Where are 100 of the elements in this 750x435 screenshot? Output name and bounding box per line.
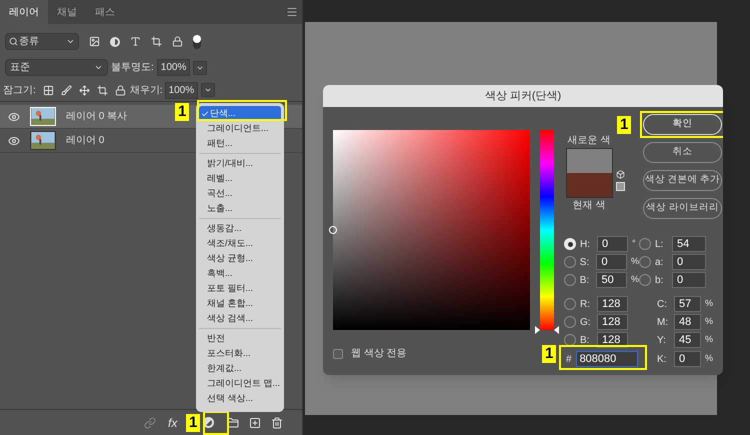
value-field[interactable]: 128 — [597, 314, 628, 330]
field-label: B: — [580, 334, 590, 348]
layer-name: 레이어 0 복사 — [66, 110, 128, 124]
dialog-button[interactable]: 색상 라이브러리 — [643, 198, 722, 219]
new-layer-icon[interactable] — [249, 416, 262, 428]
value-field[interactable]: 0 — [672, 254, 706, 270]
field-label: L: — [655, 238, 664, 252]
hex-label: # — [566, 352, 572, 366]
value-field[interactable]: 0 — [674, 351, 701, 367]
crop-icon[interactable] — [151, 36, 162, 47]
field-label: K: — [657, 352, 668, 366]
dialog-button[interactable]: 색상 견본에 추가 — [643, 170, 722, 191]
radio-button[interactable] — [639, 238, 651, 250]
field-label: G: — [580, 316, 592, 330]
unit-label: % — [630, 255, 639, 268]
radio-button[interactable] — [564, 298, 576, 310]
value-field[interactable]: 48 — [674, 314, 701, 330]
swatch-label: 현재 색 — [572, 199, 606, 213]
unit-label: ° — [632, 237, 636, 250]
dialog-button[interactable]: 확인 — [643, 114, 722, 135]
menu-item[interactable]: 색조/채도... — [199, 236, 281, 251]
eye-icon[interactable] — [8, 134, 20, 146]
fx-button[interactable]: fx — [168, 414, 178, 432]
brush-icon[interactable] — [60, 84, 72, 96]
crop-icon[interactable] — [96, 84, 108, 96]
current-color-swatch — [566, 173, 612, 198]
unit-label: % — [705, 333, 714, 346]
menu-item[interactable]: 채널 혼합... — [199, 296, 281, 311]
field-label: B: — [580, 274, 590, 288]
field-label: Y: — [657, 334, 667, 348]
layer-name: 레이어 0 — [66, 134, 104, 148]
new-color-swatch — [566, 148, 612, 173]
swatch-label: 새로운 색 — [568, 134, 610, 148]
unit-label: % — [705, 297, 714, 310]
chevron-icon[interactable] — [193, 60, 208, 74]
menu-item[interactable]: 밝기/대비... — [199, 156, 281, 171]
value-field[interactable]: 54 — [672, 236, 706, 252]
panel-tab[interactable]: 채널 — [48, 0, 86, 24]
chevron-icon — [66, 37, 75, 46]
callout-badge: 1 — [617, 116, 632, 134]
value-field[interactable]: 0 — [597, 236, 628, 252]
value-field[interactable]: 0 — [672, 272, 706, 288]
radio-button[interactable] — [564, 316, 576, 328]
folder-icon[interactable] — [227, 416, 240, 428]
menu-icon[interactable] — [286, 6, 298, 18]
menu-item[interactable]: 한계값... — [199, 361, 281, 376]
chevron-icon[interactable] — [201, 83, 216, 97]
menu-item[interactable]: 포토 필터... — [199, 281, 281, 296]
filter-dropdown[interactable]: 종류 — [5, 33, 79, 50]
blend-mode-dropdown[interactable]: 표준 — [5, 59, 108, 76]
menu-item[interactable]: 그레이디언트 맵... — [199, 376, 281, 391]
toggle-icon[interactable] — [193, 34, 201, 48]
field-label: M: — [657, 316, 670, 330]
fill-label: 채우기: — [130, 84, 163, 98]
text-icon[interactable] — [130, 36, 141, 47]
value-field[interactable]: 128 — [597, 296, 628, 312]
lock-icon[interactable] — [172, 36, 183, 47]
picker-ring[interactable] — [329, 226, 337, 234]
cube-icon[interactable] — [616, 170, 625, 179]
menu-item[interactable]: 선택 색상... — [199, 391, 281, 406]
fill-field[interactable]: 100% — [164, 82, 198, 98]
move-icon[interactable] — [78, 84, 90, 96]
menu-item[interactable]: 반전 — [199, 331, 281, 346]
value-field[interactable]: 50 — [596, 272, 627, 288]
callout-badge: 1 — [175, 103, 190, 121]
menu-item[interactable]: 생동감... — [199, 221, 281, 236]
unit-label: % — [630, 273, 639, 286]
unit-label: % — [705, 352, 714, 366]
radio-button[interactable] — [639, 274, 651, 286]
dialog-button[interactable]: 취소 — [643, 142, 722, 163]
menu-item[interactable]: 패턴... — [199, 136, 281, 151]
panel-tab[interactable]: 레이어 — [0, 0, 48, 24]
radio-button[interactable] — [564, 274, 576, 286]
menu-item[interactable]: 레벨... — [199, 171, 281, 186]
chevron-icon — [94, 63, 103, 72]
value-field[interactable]: 57 — [674, 296, 701, 312]
grid-icon[interactable] — [42, 84, 54, 96]
value-field[interactable]: 45 — [674, 332, 701, 348]
image-icon[interactable] — [89, 36, 100, 47]
checkbox[interactable] — [333, 348, 343, 358]
opacity-field[interactable]: 100% — [156, 59, 190, 76]
value-field[interactable]: 0 — [596, 254, 627, 270]
radio-button[interactable] — [639, 256, 651, 268]
panel-tab[interactable]: 패스 — [86, 0, 124, 24]
trash-icon[interactable] — [271, 416, 284, 428]
menu-item[interactable]: 색상 검색... — [199, 311, 281, 326]
eye-icon[interactable] — [8, 110, 20, 122]
menu-item[interactable]: 포스터화... — [199, 346, 281, 361]
lock-icon[interactable] — [114, 84, 126, 96]
check-icon — [201, 110, 209, 118]
unit-label: % — [705, 315, 714, 328]
hex-field[interactable]: 808080 — [576, 351, 638, 367]
radio-button[interactable] — [564, 334, 576, 346]
field-label: b: — [655, 274, 664, 288]
menu-item[interactable]: 노출... — [199, 201, 281, 216]
radio-button[interactable] — [564, 256, 576, 268]
menu-item[interactable]: 곡선... — [199, 186, 281, 201]
menu-item[interactable]: 흑백... — [199, 266, 281, 281]
menu-item[interactable]: 색상 균형... — [199, 251, 281, 266]
opacity-label: 불투명도: — [111, 61, 154, 75]
